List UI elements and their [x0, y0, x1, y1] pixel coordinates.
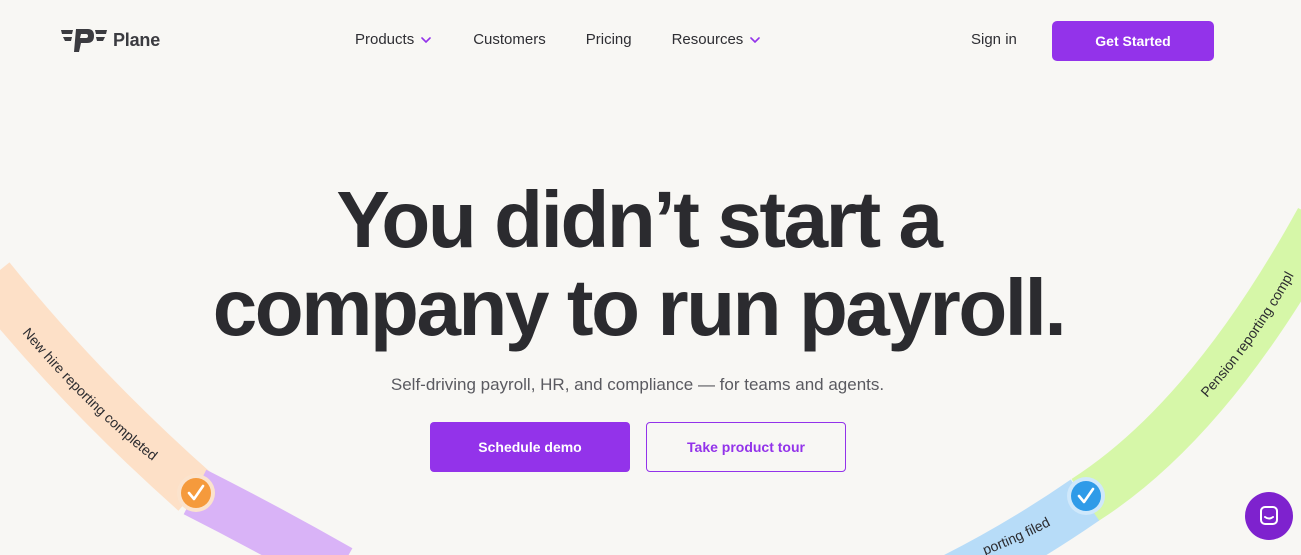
nav-item-resources[interactable]: Resources	[672, 31, 761, 48]
nav-item-pricing-label: Pricing	[585, 31, 632, 48]
hero-headline-line-2: company to run payroll.	[212, 263, 1067, 352]
main-menu: Products Customers Pricing Resources	[355, 31, 761, 48]
sign-in-link[interactable]: Sign in	[971, 31, 1017, 48]
nav-item-customers[interactable]: Customers	[473, 31, 546, 48]
nav-item-products[interactable]: Products	[355, 31, 432, 48]
nav-item-resources-label: Resources	[671, 31, 744, 48]
chat-bubble-icon	[1260, 506, 1278, 525]
left-ribbon-purple	[183, 469, 353, 555]
brand-name: Plane	[113, 29, 161, 50]
orange-check-icon	[177, 474, 215, 512]
chevron-down-icon	[750, 36, 761, 43]
nav-item-products-label: Products	[355, 31, 415, 48]
brand-logo[interactable]: Plane	[61, 26, 160, 54]
get-started-button[interactable]: Get Started	[1052, 21, 1214, 61]
take-product-tour-button[interactable]: Take product tour	[646, 422, 846, 472]
top-navigation: Plane Products Customers Pricing Resourc…	[0, 0, 1301, 82]
nav-item-pricing[interactable]: Pricing	[586, 31, 632, 48]
hero-headline-line-1: You didn’t start a	[336, 175, 943, 264]
nav-item-customers-label: Customers	[473, 31, 546, 48]
chat-launcher-button[interactable]	[1245, 492, 1293, 540]
schedule-demo-button[interactable]: Schedule demo	[430, 422, 630, 472]
plane-wings-logo-icon	[61, 29, 107, 52]
hero-headline: You didn’t start a company to run payrol…	[0, 176, 1277, 352]
chevron-down-icon	[421, 36, 432, 43]
hero-subheadline: Self-driving payroll, HR, and compliance…	[390, 375, 885, 394]
blue-check-icon	[1067, 477, 1105, 515]
